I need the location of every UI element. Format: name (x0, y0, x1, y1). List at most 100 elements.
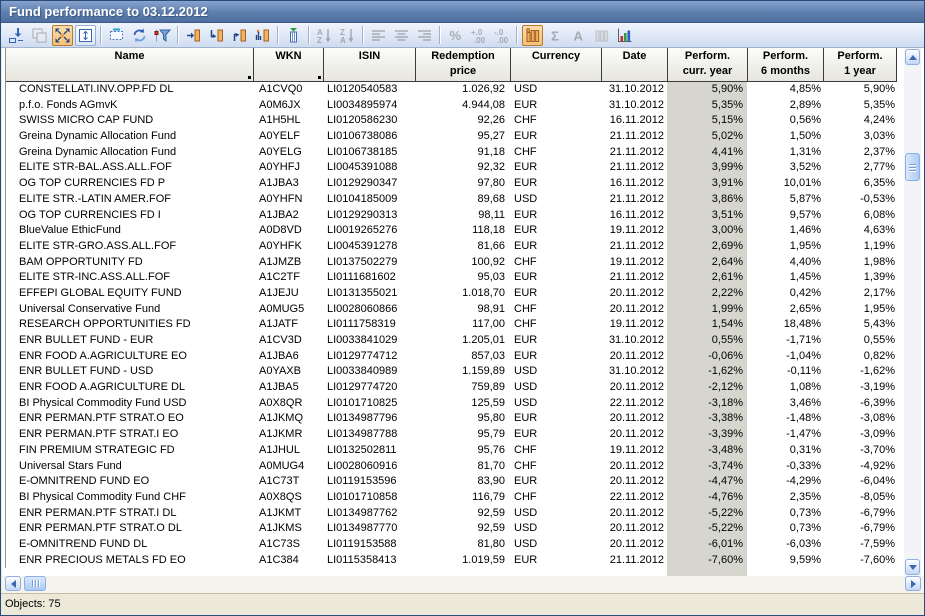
cell-redemption-price: 125,59 (416, 396, 511, 412)
table-row[interactable]: ENR PERMAN.PTF STRAT.O EOA1JKMQLI0134987… (6, 411, 897, 427)
table-row[interactable]: OG TOP CURRENCIES FD PA1JBA3LI0129290347… (6, 176, 897, 192)
table-row[interactable]: ENR BULLET FUND - EURA1CV3DLI00338410291… (6, 333, 897, 349)
table-row[interactable]: ELITE STR-BAL.ASS.ALL.FOFA0YHFJLI0045391… (6, 160, 897, 176)
column-calc-down-button[interactable] (206, 25, 227, 46)
column-header-currency[interactable]: Currency (511, 48, 602, 82)
table-row[interactable]: Universal Stars FundA0MUG4LI002806091681… (6, 459, 897, 475)
cell-isin: LI0115358413 (324, 553, 416, 569)
cell-redemption-price: 92,59 (416, 521, 511, 537)
select-columns-button[interactable] (522, 25, 543, 46)
cell-redemption-price: 92,26 (416, 113, 511, 129)
refresh-button[interactable] (129, 25, 150, 46)
scroll-down-button[interactable] (905, 559, 920, 575)
cell-wkn: A1JKMT (254, 506, 324, 522)
horizontal-scrollbar[interactable] (2, 576, 925, 593)
cell-wkn: A1CVQ0 (254, 82, 324, 98)
new-view-button[interactable] (106, 25, 127, 46)
table-row[interactable]: ENR PERMAN.PTF STRAT.O DLA1JKMSLI0134987… (6, 521, 897, 537)
cell-perform-curr-year: 5,90% (668, 82, 748, 98)
table-row[interactable]: FIN PREMIUM STRATEGIC FDA1JHULLI01325028… (6, 443, 897, 459)
column-header-name[interactable]: Name (6, 48, 254, 82)
cell-perform-curr-year: 3,86% (668, 192, 748, 208)
svg-text:.00: .00 (497, 36, 509, 44)
scroll-up-button[interactable] (905, 49, 920, 65)
cell-perform-curr-year: -4,76% (668, 490, 748, 506)
table-row[interactable]: ELITE STR-INC.ASS.ALL.FOFA1C2TFLI0111681… (6, 270, 897, 286)
column-header-isin[interactable]: ISIN (324, 48, 416, 82)
column-calc-up-button[interactable] (229, 25, 250, 46)
column-insert-button[interactable] (183, 25, 204, 46)
cell-redemption-price: 116,79 (416, 490, 511, 506)
table-row[interactable]: RESEARCH OPPORTUNITIES FDA1JATFLI0111758… (6, 317, 897, 333)
cell-perform-curr-year: -4,47% (668, 474, 748, 490)
cell-name: OG TOP CURRENCIES FD P (6, 176, 254, 192)
cell-currency: USD (511, 521, 602, 537)
cell-currency: EUR (511, 160, 602, 176)
table-row[interactable]: BAM OPPORTUNITY FDA1JMZBLI0137502279100,… (6, 255, 897, 271)
cell-wkn: A0YELF (254, 129, 324, 145)
table-row[interactable]: BI Physical Commodity Fund USDA0X8QRLI01… (6, 396, 897, 412)
table-row[interactable]: SWISS MICRO CAP FUNDA1H5HLLI012058623092… (6, 113, 897, 129)
table-row[interactable]: CONSTELLATI.INV.OPP.FD DLA1CVQ0LI0120540… (6, 82, 897, 98)
hide-columns-button[interactable] (283, 25, 304, 46)
cell-isin: LI0129290347 (324, 176, 416, 192)
table-row[interactable]: Greina Dynamic Allocation FundA0YELGLI01… (6, 145, 897, 161)
column-header-date[interactable]: Date (602, 48, 668, 82)
scroll-left-button[interactable] (5, 576, 21, 591)
cell-perform-6-months: -1,47% (748, 427, 824, 443)
cell-name: p.f.o. Fonds AGmvK (6, 98, 254, 114)
chart-button[interactable] (614, 25, 635, 46)
gray-columns-icon (593, 27, 610, 44)
column-header-perform-6-months[interactable]: Perform. 6 months (748, 48, 824, 82)
cell-isin: LI0033840989 (324, 364, 416, 380)
fit-columns-button[interactable] (52, 25, 73, 46)
filter-button[interactable] (152, 25, 173, 46)
vertical-scrollbar-thumb[interactable] (905, 153, 920, 181)
fit-rows-button[interactable] (75, 25, 96, 46)
cell-isin: LI0028060866 (324, 302, 416, 318)
cell-perform-curr-year: 2,61% (668, 270, 748, 286)
add-decimal-button: +.0.00 (468, 25, 489, 46)
table-row[interactable]: ELITE STR-GRO.ASS.ALL.FOFA0YHFKLI0045391… (6, 239, 897, 255)
cell-name: E-OMNITREND FUND DL (6, 537, 254, 553)
cell-perform-curr-year: 1,54% (668, 317, 748, 333)
table-row[interactable]: ELITE STR.-LATIN AMER.FOFA0YHFNLI0104185… (6, 192, 897, 208)
table-row[interactable]: OG TOP CURRENCIES FD IA1JBA2LI0129290313… (6, 208, 897, 224)
table-row[interactable]: ENR FOOD A.AGRICULTURE DLA1JBA5LI0129774… (6, 380, 897, 396)
toolbar-separator (308, 26, 310, 44)
cell-name: OG TOP CURRENCIES FD I (6, 208, 254, 224)
table-row[interactable]: ENR FOOD A.AGRICULTURE EOA1JBA6LI0129774… (6, 349, 897, 365)
table-row[interactable]: EFFEPI GLOBAL EQUITY FUNDA1JEJULI0131355… (6, 286, 897, 302)
cell-isin: LI0019265276 (324, 223, 416, 239)
vertical-scrollbar[interactable] (904, 48, 921, 576)
cell-redemption-price: 117,00 (416, 317, 511, 333)
add-decimal-icon: +.0.00 (470, 27, 487, 44)
cell-name: BlueValue EthicFund (6, 223, 254, 239)
cell-redemption-price: 1.205,01 (416, 333, 511, 349)
cell-perform-curr-year: 3,00% (668, 223, 748, 239)
export-button[interactable] (6, 25, 27, 46)
table-row[interactable]: Universal Conservative FundA0MUG5LI00280… (6, 302, 897, 318)
table-row[interactable]: Greina Dynamic Allocation FundA0YELFLI01… (6, 129, 897, 145)
column-header-redemption-price[interactable]: Redemption price (416, 48, 511, 82)
column-header-perform-curr-year[interactable]: Perform. curr. year (668, 48, 748, 82)
table-row[interactable]: ENR PRECIOUS METALS FD EOA1C384LI0115358… (6, 553, 897, 569)
table-row[interactable]: ENR PERMAN.PTF STRAT.I DLA1JKMTLI0134987… (6, 506, 897, 522)
cell-isin: LI0134987796 (324, 411, 416, 427)
table-row[interactable]: ENR BULLET FUND - USDA0YAXBLI00338409891… (6, 364, 897, 380)
table-row[interactable]: BI Physical Commodity Fund CHFA0X8QSLI01… (6, 490, 897, 506)
horizontal-scrollbar-thumb[interactable] (24, 576, 46, 591)
cell-date: 21.11.2012 (602, 160, 668, 176)
column-distribution-button[interactable] (252, 25, 273, 46)
table-row[interactable]: E-OMNITREND FUND DLA1C73SLI011915358881,… (6, 537, 897, 553)
cell-currency: CHF (511, 490, 602, 506)
cell-perform-curr-year: -3,38% (668, 411, 748, 427)
cell-perform-6-months: 1,31% (748, 145, 824, 161)
table-row[interactable]: ENR PERMAN.PTF STRAT.I EOA1JKMRLI0134987… (6, 427, 897, 443)
table-row[interactable]: E-OMNITREND FUND EOA1C73TLI011915359683,… (6, 474, 897, 490)
column-header-perform-1-year[interactable]: Perform. 1 year (824, 48, 897, 82)
table-row[interactable]: BlueValue EthicFundA0D8VDLI0019265276118… (6, 223, 897, 239)
scroll-right-button[interactable] (905, 576, 921, 591)
table-row[interactable]: p.f.o. Fonds AGmvKA0M6JXLI00348959744.94… (6, 98, 897, 114)
column-header-wkn[interactable]: WKN (254, 48, 324, 82)
